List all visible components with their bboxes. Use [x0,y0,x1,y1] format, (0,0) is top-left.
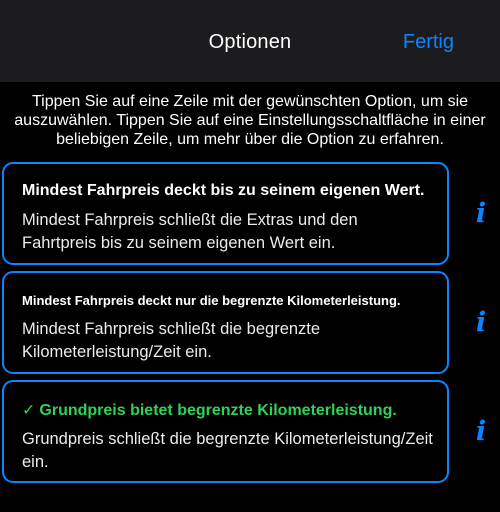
navigation-bar: Optionen Fertig [0,0,500,82]
option-title: Mindest Fahrpreis deckt nur die begrenzt… [22,293,401,308]
info-icon[interactable]: i [470,417,492,447]
option-title: Mindest Fahrpreis deckt bis zu seinem ei… [22,182,425,199]
option-row-base-fare-limited-mileage[interactable]: ✓ Grundpreis bietet begrenzte Kilometerle… [2,380,449,483]
done-button[interactable]: Fertig [403,31,454,54]
option-title-selected: ✓ Grundpreis bietet begrenzte Kilometerle… [22,400,437,420]
option-row-minimum-fare-own-value[interactable]: Mindest Fahrpreis deckt bis zu seinem ei… [2,162,449,265]
checkmark-icon: ✓ [22,402,36,419]
option-description: Mindest Fahrpreis schließt die begrenzte… [22,320,321,361]
option-title-text: Grundpreis bietet begrenzte Kilometerlei… [39,402,397,419]
info-icon[interactable]: i [470,308,492,338]
option-description: Mindest Fahrpreis schließt die Extras un… [22,211,358,252]
info-icon[interactable]: i [470,199,492,229]
option-description: Grundpreis schließt die begrenzte Kilome… [22,430,433,471]
option-row-minimum-fare-limited-mileage[interactable]: Mindest Fahrpreis deckt nur die begrenzt… [2,271,449,374]
instructions-text: Tippen Sie auf eine Zeile mit der gewüns… [14,93,486,148]
